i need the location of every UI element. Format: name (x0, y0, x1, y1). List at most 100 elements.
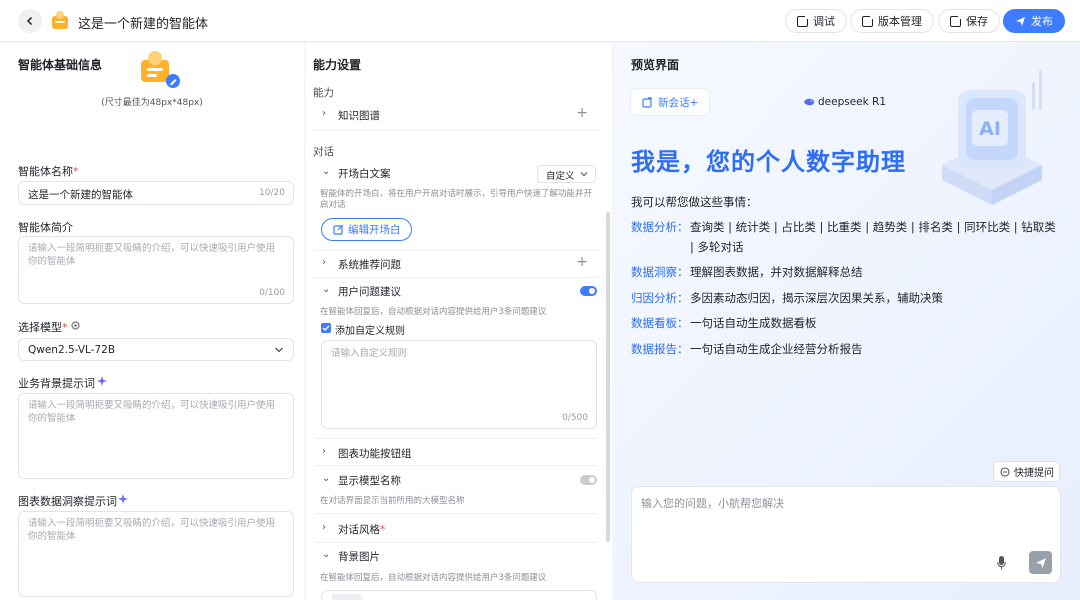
chevron-down-icon: ⌄ (322, 549, 331, 560)
agent-avatar[interactable] (138, 46, 180, 88)
hero-heading: 我是，您的个人数字助理 (631, 148, 906, 176)
chart-buttons-row[interactable]: › 图表功能按钮组 (320, 442, 596, 464)
business-prompt-textarea[interactable]: 请输入一段简明扼要又吸睛的介绍，可以快速吸引用户使用你的智能体 (18, 393, 294, 479)
chat-input-placeholder: 输入您的问题，小航帮您解决 (641, 497, 784, 510)
opening-text-label: 开场白文案 (338, 168, 391, 180)
publish-button[interactable]: 发布 (1003, 9, 1065, 33)
divider (314, 277, 598, 278)
chevron-down-icon: ⌄ (322, 284, 331, 295)
required-mark: * (380, 524, 386, 536)
plus-icon[interactable]: + (576, 105, 588, 121)
feature-value: 查询类 | 统计类 | 占比类 | 比重类 | 趋势类 | 排名类 | 同环比类… (690, 220, 1056, 254)
chart-prompt-placeholder: 请输入一段简明扼要又吸睛的介绍，可以快速吸引用户使用你的智能体 (28, 518, 276, 542)
model-select[interactable]: Qwen2.5-VL-72B (18, 338, 294, 361)
version-management-button[interactable]: 版本管理 (850, 9, 934, 33)
microphone-icon[interactable] (997, 556, 1006, 570)
system-recommend-label: 系统推荐问题 (338, 259, 401, 271)
custom-rule-placeholder: 请输入自定义规则 (331, 348, 408, 359)
background-image-card[interactable] (321, 590, 597, 600)
feature-key: 数据报告： (631, 342, 689, 356)
business-prompt-label: 业务背景提示词 (18, 377, 95, 390)
new-chat-label: 新会话+ (658, 96, 699, 109)
show-model-toggle[interactable] (580, 475, 597, 485)
chevron-down-icon (580, 172, 588, 177)
save-button[interactable]: 保存 (938, 9, 1000, 33)
agent-name-counter: 10/20 (259, 188, 285, 198)
divider (314, 250, 598, 251)
system-recommend-row[interactable]: › 系统推荐问题 + (320, 253, 596, 275)
show-model-label: 显示模型名称 (338, 475, 401, 487)
required-mark: * (62, 321, 68, 334)
feature-key: 数据洞察： (631, 265, 689, 279)
custom-rule-counter: 0/500 (562, 413, 588, 423)
agent-logo-icon (52, 11, 68, 29)
edit-opening-label: 编辑开场白 (348, 224, 401, 236)
feature-value: 多因素动态归因，揭示深层次因果关系，辅助决策 (690, 291, 943, 305)
model-select-value: Qwen2.5-VL-72B (28, 344, 116, 356)
custom-rule-textarea[interactable]: 请输入自定义规则 0/500 (321, 340, 597, 429)
user-suggest-toggle[interactable] (580, 286, 597, 296)
send-button[interactable] (1029, 551, 1052, 574)
feature-value: 一句话自动生成数据看板 (690, 316, 817, 330)
opening-type-select[interactable]: 自定义 (537, 165, 596, 183)
knowledge-graph-row[interactable]: › 知识图谱 + (320, 104, 596, 126)
settings-icon[interactable] (70, 320, 81, 331)
custom-rule-label: 添加自定义规则 (335, 326, 405, 337)
dialog-style-text: 对话风格 (338, 524, 380, 536)
top-bar: 这是一个新建的智能体 调试 版本管理 保存 发布 (0, 0, 1080, 42)
feature-key: 数据看板： (631, 316, 689, 330)
edit-icon (950, 14, 962, 27)
user-suggest-label: 用户问题建议 (338, 286, 401, 298)
divider (314, 513, 598, 514)
back-button[interactable] (18, 9, 42, 33)
show-model-row[interactable]: ⌄ 显示模型名称 (320, 469, 596, 491)
debug-button[interactable]: 调试 (785, 9, 847, 33)
basic-info-title: 智能体基础信息 (18, 58, 103, 72)
required-mark: * (73, 165, 79, 178)
new-chat-icon (642, 96, 652, 108)
chevron-right-icon: › (322, 446, 326, 457)
plus-icon[interactable]: + (576, 254, 588, 270)
agent-name-label: 智能体名称* (18, 163, 79, 179)
agent-intro-textarea[interactable]: 请输入一段简明扼要又吸睛的介绍，可以快速吸引用户使用你的智能体 0/100 (18, 236, 294, 304)
feature-key: 数据分析： (631, 220, 689, 234)
ai-sparkle-icon (118, 494, 128, 504)
new-chat-button[interactable]: 新会话+ (631, 89, 709, 115)
show-model-description: 在对话界面显示当前所用的大模型名称 (320, 496, 465, 506)
agent-intro-label: 智能体简介 (18, 221, 73, 234)
ai-badge: AI (979, 118, 1001, 140)
chevron-left-icon (26, 16, 33, 26)
user-suggest-description: 在智能体回复后，自动根据对话内容提供给用户3条问题建议 (320, 307, 547, 317)
quick-ask-button[interactable]: 快捷提问 (993, 461, 1060, 482)
background-image-row[interactable]: ⌄ 背景图片 (320, 545, 596, 567)
custom-rule-checkbox[interactable] (321, 323, 331, 333)
user-suggest-row[interactable]: ⌄ 用户问题建议 (320, 280, 596, 302)
background-image-description: 在智能体回复后，自动根据对话内容提供给用户3条问题建议 (320, 573, 547, 583)
chevron-right-icon: › (322, 257, 326, 268)
chevron-right-icon: › (322, 522, 326, 533)
model-label-text: 选择模型 (18, 321, 62, 334)
deepseek-logo-icon (804, 98, 815, 106)
image-thumbnail (332, 594, 362, 600)
dialog-group-label: 对话 (313, 146, 334, 158)
agent-name-input[interactable]: 这是一个新建的智能体 10/20 (18, 181, 294, 205)
edit-icon (862, 14, 874, 27)
chart-prompt-textarea[interactable]: 请输入一段简明扼要又吸睛的介绍，可以快速吸引用户使用你的智能体 (18, 511, 294, 597)
agent-intro-counter: 0/100 (259, 288, 285, 298)
chevron-right-icon: › (322, 108, 326, 119)
business-prompt-placeholder: 请输入一段简明扼要又吸睛的介绍，可以快速吸引用户使用你的智能体 (28, 400, 276, 424)
divider (314, 130, 598, 131)
dialog-style-row[interactable]: › 对话风格* (320, 518, 596, 540)
chat-bubble-icon (1000, 466, 1010, 477)
ability-scrollbar[interactable] (606, 212, 610, 542)
edit-opening-button[interactable]: 编辑开场白 (321, 218, 412, 241)
preview-title: 预览界面 (631, 58, 680, 72)
save-label: 保存 (966, 15, 988, 28)
model-name: deepseek R1 (818, 96, 887, 108)
ability-title: 能力设置 (313, 58, 362, 72)
chevron-down-icon (275, 347, 283, 353)
chat-input[interactable]: 输入您的问题，小航帮您解决 (631, 486, 1061, 583)
checkmark-icon (322, 325, 330, 331)
divider (314, 542, 598, 543)
feature-item: 数据分析： 查询类 | 统计类 | 占比类 | 比重类 | 趋势类 | 排名类 … (631, 217, 1056, 257)
